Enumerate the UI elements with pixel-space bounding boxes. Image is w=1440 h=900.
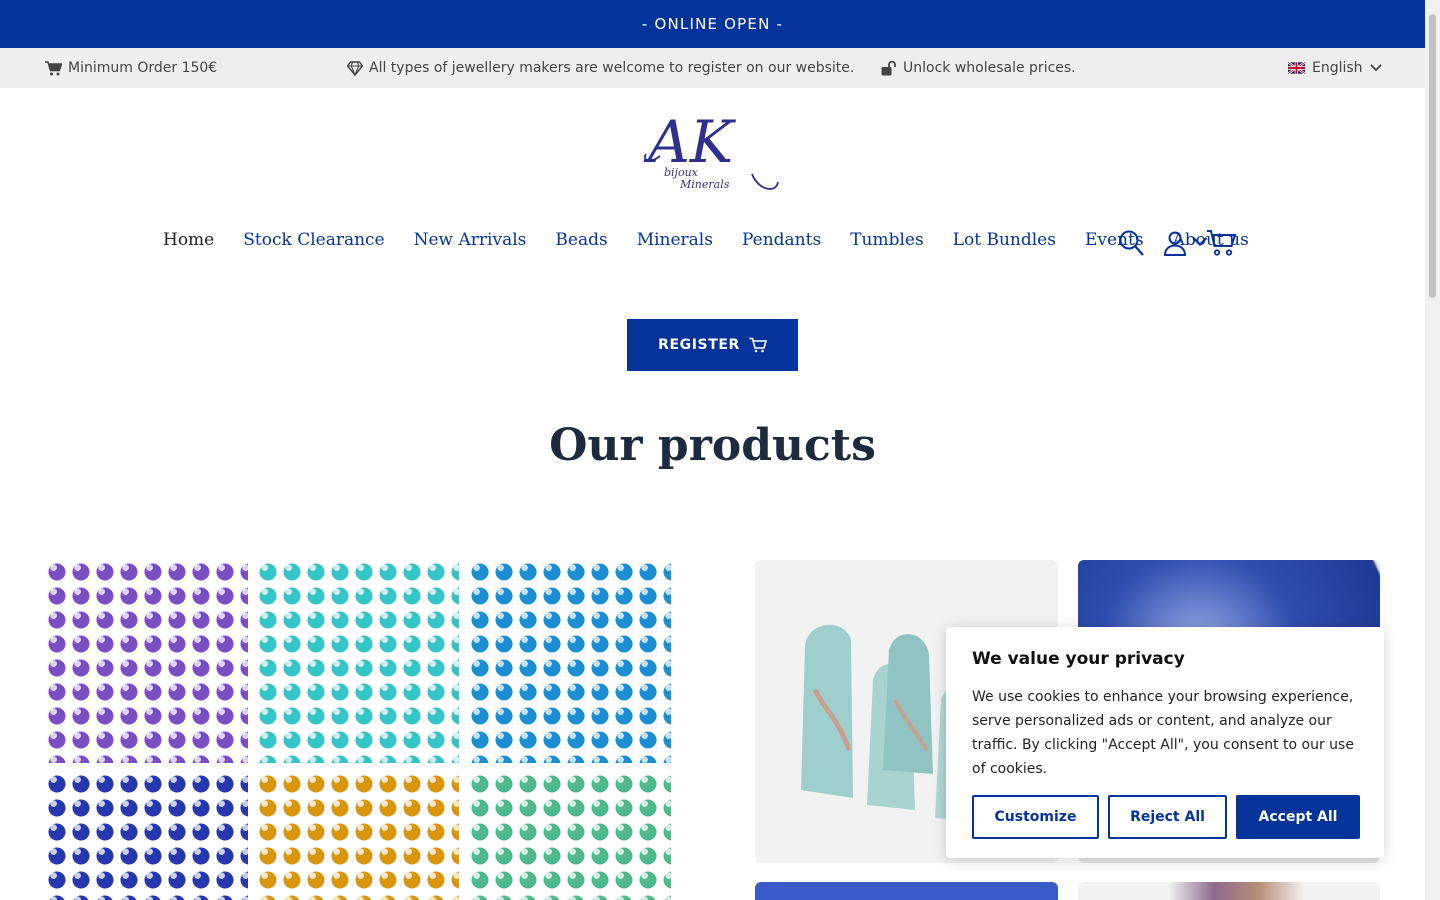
ak-bijoux-minerals-logo[interactable]: AK bijoux Minerals [640,104,786,196]
accept-all-button[interactable]: Accept All [1236,795,1360,839]
product-image-lapis-rough[interactable] [755,882,1058,900]
diamond-icon [347,60,363,76]
cookie-text: We use cookies to enhance your browsing … [972,689,1354,777]
nav-item-stock-clearance[interactable]: Stock Clearance [243,230,384,260]
product-image-tumbles[interactable] [1078,882,1380,900]
product-image-amazonite-beads[interactable] [256,560,459,763]
nav-item-tumbles[interactable]: Tumbles [850,230,924,260]
info-bar: Minimum Order 150€ All types of jeweller… [0,48,1425,88]
announcement-text: - ONLINE OPEN - [641,15,784,33]
cookie-consent-dialog: We value your privacy We use cookies to … [946,627,1384,858]
main-navigation: Home Stock Clearance New Arrivals Beads … [163,230,1249,260]
page-heading: Our products [549,420,876,471]
product-image-green-beads[interactable] [468,772,671,900]
cart-icon [45,60,62,75]
product-image-lapis-beads[interactable] [45,772,248,900]
page-scrollbar[interactable] [1425,0,1440,900]
reject-all-button[interactable]: Reject All [1108,795,1227,839]
nav-item-lot-bundles[interactable]: Lot Bundles [953,230,1056,260]
cookie-buttons: Customize Reject All Accept All [972,795,1360,839]
nav-item-minerals[interactable]: Minerals [637,230,713,260]
register-button[interactable]: REGISTER [627,319,798,371]
search-icon[interactable] [1118,228,1146,258]
scrollbar-thumb[interactable] [1429,14,1436,298]
account-icon[interactable] [1163,228,1187,258]
welcome-info: All types of jewellery makers are welcom… [347,48,854,88]
nav-item-pendants[interactable]: Pendants [742,230,821,260]
announcement-bar: - ONLINE OPEN - [0,0,1425,48]
cart-icon [749,337,767,353]
nav-item-home[interactable]: Home [163,230,214,260]
uk-flag-icon [1288,62,1305,74]
product-image-citrine-beads[interactable] [256,772,459,900]
minimum-order-text: Minimum Order 150€ [68,60,218,76]
language-selector[interactable]: English [1288,48,1382,88]
product-image-apatite-beads[interactable] [468,560,671,763]
language-label: English [1312,60,1363,76]
product-image-amethyst-beads[interactable] [45,560,248,763]
welcome-text: All types of jewellery makers are welcom… [369,60,855,76]
chevron-down-icon [1369,64,1382,72]
minimum-order-info: Minimum Order 150€ [45,48,217,88]
customize-button[interactable]: Customize [972,795,1099,839]
register-label: REGISTER [658,337,740,353]
logo-line2: Minerals [679,178,730,191]
unlock-info: Unlock wholesale prices. [881,48,1076,88]
unlock-icon [881,60,896,75]
nav-item-beads[interactable]: Beads [555,230,607,260]
cookie-title: We value your privacy [972,649,1185,669]
nav-item-new-arrivals[interactable]: New Arrivals [414,230,527,260]
shopping-cart-icon[interactable] [1206,228,1238,258]
unlock-text: Unlock wholesale prices. [903,60,1076,76]
